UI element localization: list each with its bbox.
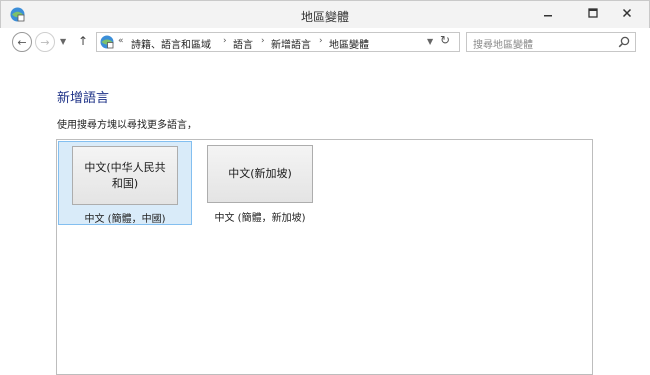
maximize-icon [588,8,598,18]
search-box[interactable]: 搜尋地區變體 [466,32,636,52]
address-bar[interactable]: « 詩籍、語言和區域 › 語言 › 新增語言 › 地區變體 ▼ [96,32,460,52]
page-title: 新增語言 [57,91,110,106]
refresh-icon: ↻ [440,33,451,47]
up-button[interactable]: ↑ [78,34,88,48]
breadcrumb-separator-icon[interactable]: › [223,36,227,46]
recent-locations-dropdown[interactable]: ▼ [60,37,66,46]
title-bar: 地區變體 [0,0,650,29]
variant-caption-singapore: 中文 (簡體，新加坡) [214,213,306,224]
variant-caption-china: 中文 (簡體，中國) [84,214,166,225]
variant-button-china[interactable]: 中文(中华人民共和国) [72,146,178,205]
search-icon[interactable] [618,36,630,48]
close-icon [622,8,632,18]
navigation-bar: ← → ▼ ↑ « 詩籍、語言和區域 › 語言 › 新增語言 › 地區變體 ▼ … [0,28,650,56]
forward-button[interactable]: → [35,32,55,52]
address-history-dropdown[interactable]: ▼ [427,37,433,46]
arrow-left-icon: ← [17,35,27,49]
search-input[interactable]: 搜尋地區變體 [473,36,533,51]
arrow-up-icon: ↑ [78,34,89,48]
refresh-button[interactable]: ↻ [440,33,450,47]
variant-tile-china[interactable]: 中文(中华人民共和国) 中文 (簡體，中國) [58,141,192,225]
breadcrumb-region-language[interactable]: 詩籍、語言和區域 [131,36,211,51]
minimize-button[interactable] [534,2,562,24]
breadcrumb-language[interactable]: 語言 [233,36,253,51]
maximize-button[interactable] [579,2,607,24]
close-button[interactable] [607,2,647,24]
breadcrumb-separator-icon[interactable]: › [261,36,265,46]
variant-tile-singapore[interactable]: 中文(新加坡) 中文 (簡體，新加坡) [204,143,316,227]
breadcrumb-separator-icon[interactable]: › [319,36,323,46]
arrow-right-icon: → [40,35,50,49]
instructions-text: 使用搜尋方塊以尋找更多語言， [57,120,197,131]
breadcrumb-add-language[interactable]: 新增語言 [271,36,311,51]
variant-button-singapore[interactable]: 中文(新加坡) [207,145,313,203]
overflow-chevron-icon[interactable]: « [118,36,124,46]
minimize-icon [544,15,552,17]
control-panel-icon [100,35,114,49]
back-button[interactable]: ← [12,32,32,52]
breadcrumb-regional-variants[interactable]: 地區變體 [329,36,369,51]
variant-list: 中文(中华人民共和国) 中文 (簡體，中國) 中文(新加坡) 中文 (簡體，新加… [56,139,593,375]
